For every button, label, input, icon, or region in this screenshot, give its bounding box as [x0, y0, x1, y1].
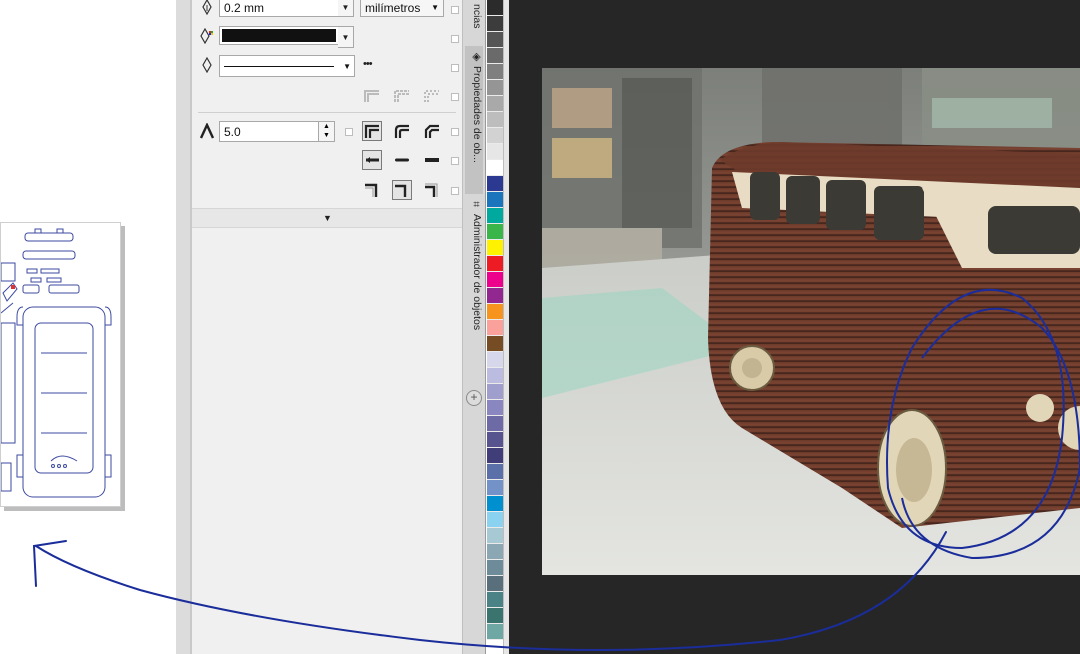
annotation-arrow	[32, 531, 947, 651]
